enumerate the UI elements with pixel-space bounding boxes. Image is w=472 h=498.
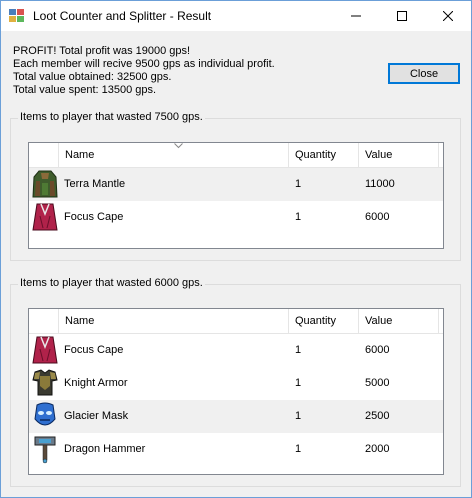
item-name: Knight Armor (64, 377, 128, 389)
table-row[interactable]: Terra Mantle 1 11000 (29, 168, 443, 201)
item-name: Focus Cape (64, 344, 124, 356)
summary-line: Total value spent: 13500 gps. (13, 84, 157, 96)
sort-arrow-icon (174, 143, 183, 149)
maximize-button[interactable] (379, 1, 425, 31)
group-legend: Items to player that wasted 6000 gps. (18, 277, 205, 289)
items-list-1[interactable]: Name Quantity Value Terra Mantle 1 11000 (28, 142, 444, 249)
summary-line: Total value obtained: 32500 gps. (13, 71, 172, 83)
value-column-header[interactable]: Value (359, 309, 439, 333)
table-row[interactable]: Knight Armor 1 5000 (29, 367, 443, 400)
item-name: Focus Cape (64, 211, 124, 223)
item-quantity: 1 (295, 377, 302, 389)
dragon-hammer-icon (34, 436, 56, 464)
table-row[interactable]: Focus Cape 1 6000 (29, 201, 443, 234)
app-icon (9, 9, 24, 22)
knight-armor-icon (32, 369, 58, 396)
focus-cape-icon (32, 336, 58, 364)
title-bar[interactable]: Loot Counter and Splitter - Result (1, 1, 471, 31)
quantity-column-header[interactable]: Quantity (289, 309, 359, 333)
minimize-icon (351, 15, 361, 17)
list-header: Name Quantity Value (29, 309, 443, 334)
value-column-header[interactable]: Value (359, 143, 439, 167)
item-name: Terra Mantle (64, 178, 126, 190)
group-legend: Items to player that wasted 7500 gps. (18, 111, 205, 123)
summary-line: Each member will recive 9500 gps as indi… (13, 58, 275, 70)
icon-column-header[interactable] (29, 143, 59, 167)
glacier-mask-icon (34, 402, 56, 426)
close-button[interactable]: Close (388, 63, 460, 84)
maximize-icon (397, 11, 407, 21)
window-title: Loot Counter and Splitter - Result (33, 9, 212, 23)
item-name: Dragon Hammer (64, 443, 146, 455)
result-window: Loot Counter and Splitter - Result PROFI… (0, 0, 472, 498)
item-value: 5000 (365, 377, 390, 389)
table-row[interactable]: Dragon Hammer 1 2000 (29, 433, 443, 466)
quantity-column-header[interactable]: Quantity (289, 143, 359, 167)
profit-summary: PROFIT! Total profit was 19000 gps! Each… (13, 45, 275, 97)
close-icon (443, 11, 453, 21)
list-header: Name Quantity Value (29, 143, 443, 168)
focus-cape-icon (32, 203, 58, 231)
name-column-header[interactable]: Name (59, 309, 289, 333)
item-quantity: 1 (295, 443, 302, 455)
item-value: 6000 (365, 344, 390, 356)
item-value: 6000 (365, 211, 390, 223)
item-value: 11000 (365, 178, 395, 190)
item-quantity: 1 (295, 211, 302, 223)
table-row[interactable]: Glacier Mask 1 2500 (29, 400, 443, 433)
terra-mantle-icon (32, 170, 58, 198)
item-quantity: 1 (295, 344, 302, 356)
icon-column-header[interactable] (29, 309, 59, 333)
table-row[interactable]: Focus Cape 1 6000 (29, 334, 443, 367)
item-value: 2500 (365, 410, 390, 422)
item-quantity: 1 (295, 178, 302, 190)
window-close-button[interactable] (425, 1, 471, 31)
items-list-2[interactable]: Name Quantity Value Focus Cape 1 6000 Kn… (28, 308, 444, 475)
item-quantity: 1 (295, 410, 302, 422)
item-name: Glacier Mask (64, 410, 129, 422)
minimize-button[interactable] (333, 1, 379, 31)
item-value: 2000 (365, 443, 390, 455)
summary-line: PROFIT! Total profit was 19000 gps! (13, 45, 191, 57)
